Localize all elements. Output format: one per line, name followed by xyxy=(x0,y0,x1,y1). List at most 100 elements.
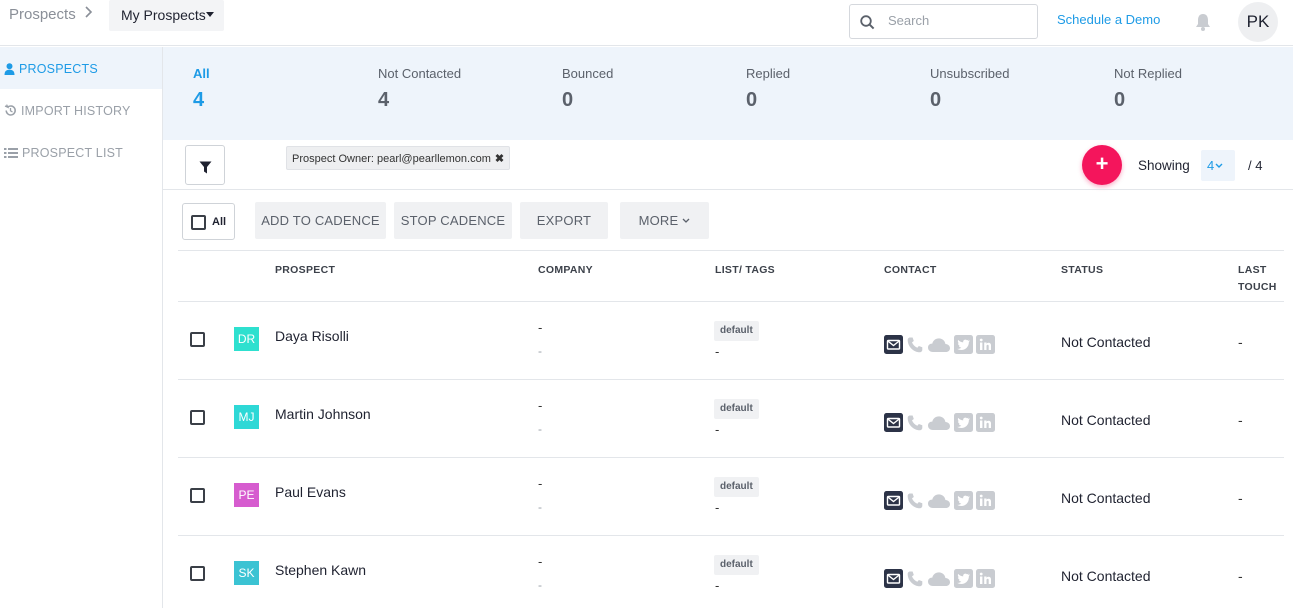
contact-icons xyxy=(884,335,995,359)
stop-cadence-button[interactable]: STOP CADENCE xyxy=(394,202,512,239)
company-detail: - xyxy=(538,422,542,436)
cloud-icon[interactable] xyxy=(927,570,951,593)
prospect-name[interactable]: Daya Risolli xyxy=(275,328,349,344)
stat-value: 0 xyxy=(746,89,758,111)
cloud-icon[interactable] xyxy=(927,414,951,437)
schedule-demo-link[interactable]: Schedule a Demo xyxy=(1057,12,1160,27)
table-top-border xyxy=(178,250,1284,251)
table-row[interactable]: PE Paul Evans - - default - Not Contacte… xyxy=(178,457,1284,535)
phone-icon[interactable] xyxy=(906,336,924,359)
status-summary: All 4 Not Contacted 4 Bounced 0 Replied … xyxy=(163,47,1293,140)
list-value: - xyxy=(715,422,720,437)
table-row[interactable]: DR Daya Risolli - - default - Not Contac… xyxy=(178,301,1284,379)
row-checkbox[interactable] xyxy=(190,488,205,503)
cloud-icon[interactable] xyxy=(927,336,951,359)
prospect-name[interactable]: Stephen Kawn xyxy=(275,562,366,578)
divider xyxy=(163,189,1293,190)
contact-icons xyxy=(884,491,995,515)
company-name: - xyxy=(538,476,543,491)
table-row[interactable]: MJ Martin Johnson - - default - Not Cont… xyxy=(178,379,1284,457)
linkedin-icon[interactable] xyxy=(976,413,995,437)
sidebar: PROSPECTS IMPORT HISTORY PROSPECT LIST xyxy=(0,47,163,608)
stat-unsubscribed[interactable]: Unsubscribed 0 xyxy=(930,66,1010,112)
linkedin-icon[interactable] xyxy=(976,491,995,515)
column-header-status[interactable]: STATUS xyxy=(1061,262,1103,279)
row-checkbox[interactable] xyxy=(190,566,205,581)
sidebar-item-label: PROSPECTS xyxy=(19,62,98,76)
status-text: Not Contacted xyxy=(1061,568,1151,584)
phone-icon[interactable] xyxy=(906,570,924,593)
select-all-checkbox[interactable]: All xyxy=(182,203,235,240)
table-row[interactable]: SK Stephen Kawn - - default - Not Contac… xyxy=(178,535,1284,608)
company-detail: - xyxy=(538,578,542,592)
stat-label: Not Contacted xyxy=(378,66,462,81)
row-checkbox[interactable] xyxy=(190,332,205,347)
view-selector-label: My Prospects xyxy=(121,7,206,23)
status-text: Not Contacted xyxy=(1061,334,1151,350)
stat-replied[interactable]: Replied 0 xyxy=(746,66,790,112)
column-header-prospect[interactable]: PROSPECT xyxy=(275,262,335,279)
export-button[interactable]: EXPORT xyxy=(520,202,608,239)
sidebar-item-import-history[interactable]: IMPORT HISTORY xyxy=(0,89,162,131)
stat-value: 4 xyxy=(193,89,205,111)
page-size-select[interactable]: 4 xyxy=(1201,150,1235,181)
status-text: Not Contacted xyxy=(1061,412,1151,428)
email-icon[interactable] xyxy=(884,335,903,359)
bell-icon[interactable] xyxy=(1193,12,1213,37)
avatar: DR xyxy=(234,327,259,351)
linkedin-icon[interactable] xyxy=(976,569,995,593)
add-prospect-button[interactable]: + xyxy=(1082,145,1122,185)
stat-label: Not Replied xyxy=(1114,66,1182,81)
phone-icon[interactable] xyxy=(906,414,924,437)
phone-icon[interactable] xyxy=(906,492,924,515)
prospect-name[interactable]: Martin Johnson xyxy=(275,406,371,422)
column-header-list-tags[interactable]: LIST/ TAGS xyxy=(715,262,775,279)
twitter-icon[interactable] xyxy=(954,413,973,437)
user-avatar[interactable]: PK xyxy=(1238,2,1278,42)
search-input[interactable] xyxy=(888,13,1028,28)
company-detail: - xyxy=(538,344,542,358)
chevron-down-icon xyxy=(1215,163,1223,168)
cloud-icon[interactable] xyxy=(927,492,951,515)
stat-label: All xyxy=(193,66,210,81)
add-to-cadence-button[interactable]: ADD TO CADENCE xyxy=(255,202,386,239)
email-icon[interactable] xyxy=(884,569,903,593)
tag-badge: default xyxy=(714,555,759,575)
chevron-down-icon xyxy=(682,218,690,223)
stat-not-contacted[interactable]: Not Contacted 4 xyxy=(378,66,461,112)
company-name: - xyxy=(538,320,543,335)
view-selector-dropdown[interactable]: My Prospects xyxy=(109,0,224,31)
remove-filter-icon[interactable]: ✖ xyxy=(495,153,504,165)
more-button[interactable]: MORE xyxy=(620,202,709,239)
twitter-icon[interactable] xyxy=(954,491,973,515)
sidebar-item-prospects[interactable]: PROSPECTS xyxy=(0,47,162,89)
sidebar-item-prospect-list[interactable]: PROSPECT LIST xyxy=(0,131,162,173)
avatar: MJ xyxy=(234,405,259,429)
company-name: - xyxy=(538,398,543,413)
caret-down-icon xyxy=(206,12,214,17)
stat-bounced[interactable]: Bounced 0 xyxy=(562,66,613,112)
breadcrumb-prospects[interactable]: Prospects xyxy=(9,6,76,23)
avatar: PE xyxy=(234,483,259,507)
history-icon xyxy=(4,104,16,116)
column-header-last-touch-line2: TOUCH xyxy=(1238,281,1277,293)
stat-label: Unsubscribed xyxy=(930,66,1010,81)
prospect-name[interactable]: Paul Evans xyxy=(275,484,346,500)
stat-value: 0 xyxy=(930,89,942,111)
email-icon[interactable] xyxy=(884,491,903,515)
column-header-contact[interactable]: CONTACT xyxy=(884,262,937,279)
chevron-right-icon xyxy=(84,5,94,23)
checkbox[interactable] xyxy=(191,215,206,230)
twitter-icon[interactable] xyxy=(954,335,973,359)
twitter-icon[interactable] xyxy=(954,569,973,593)
filter-button[interactable] xyxy=(185,145,225,185)
column-header-company[interactable]: COMPANY xyxy=(538,262,593,279)
stat-not-replied[interactable]: Not Replied 0 xyxy=(1114,66,1182,112)
column-header-last-touch[interactable]: LAST TOUCH xyxy=(1238,262,1277,296)
row-checkbox[interactable] xyxy=(190,410,205,425)
linkedin-icon[interactable] xyxy=(976,335,995,359)
select-all-label: All xyxy=(212,216,227,228)
email-icon[interactable] xyxy=(884,413,903,437)
stat-all[interactable]: All 4 xyxy=(193,66,210,112)
stat-value: 4 xyxy=(378,89,390,111)
